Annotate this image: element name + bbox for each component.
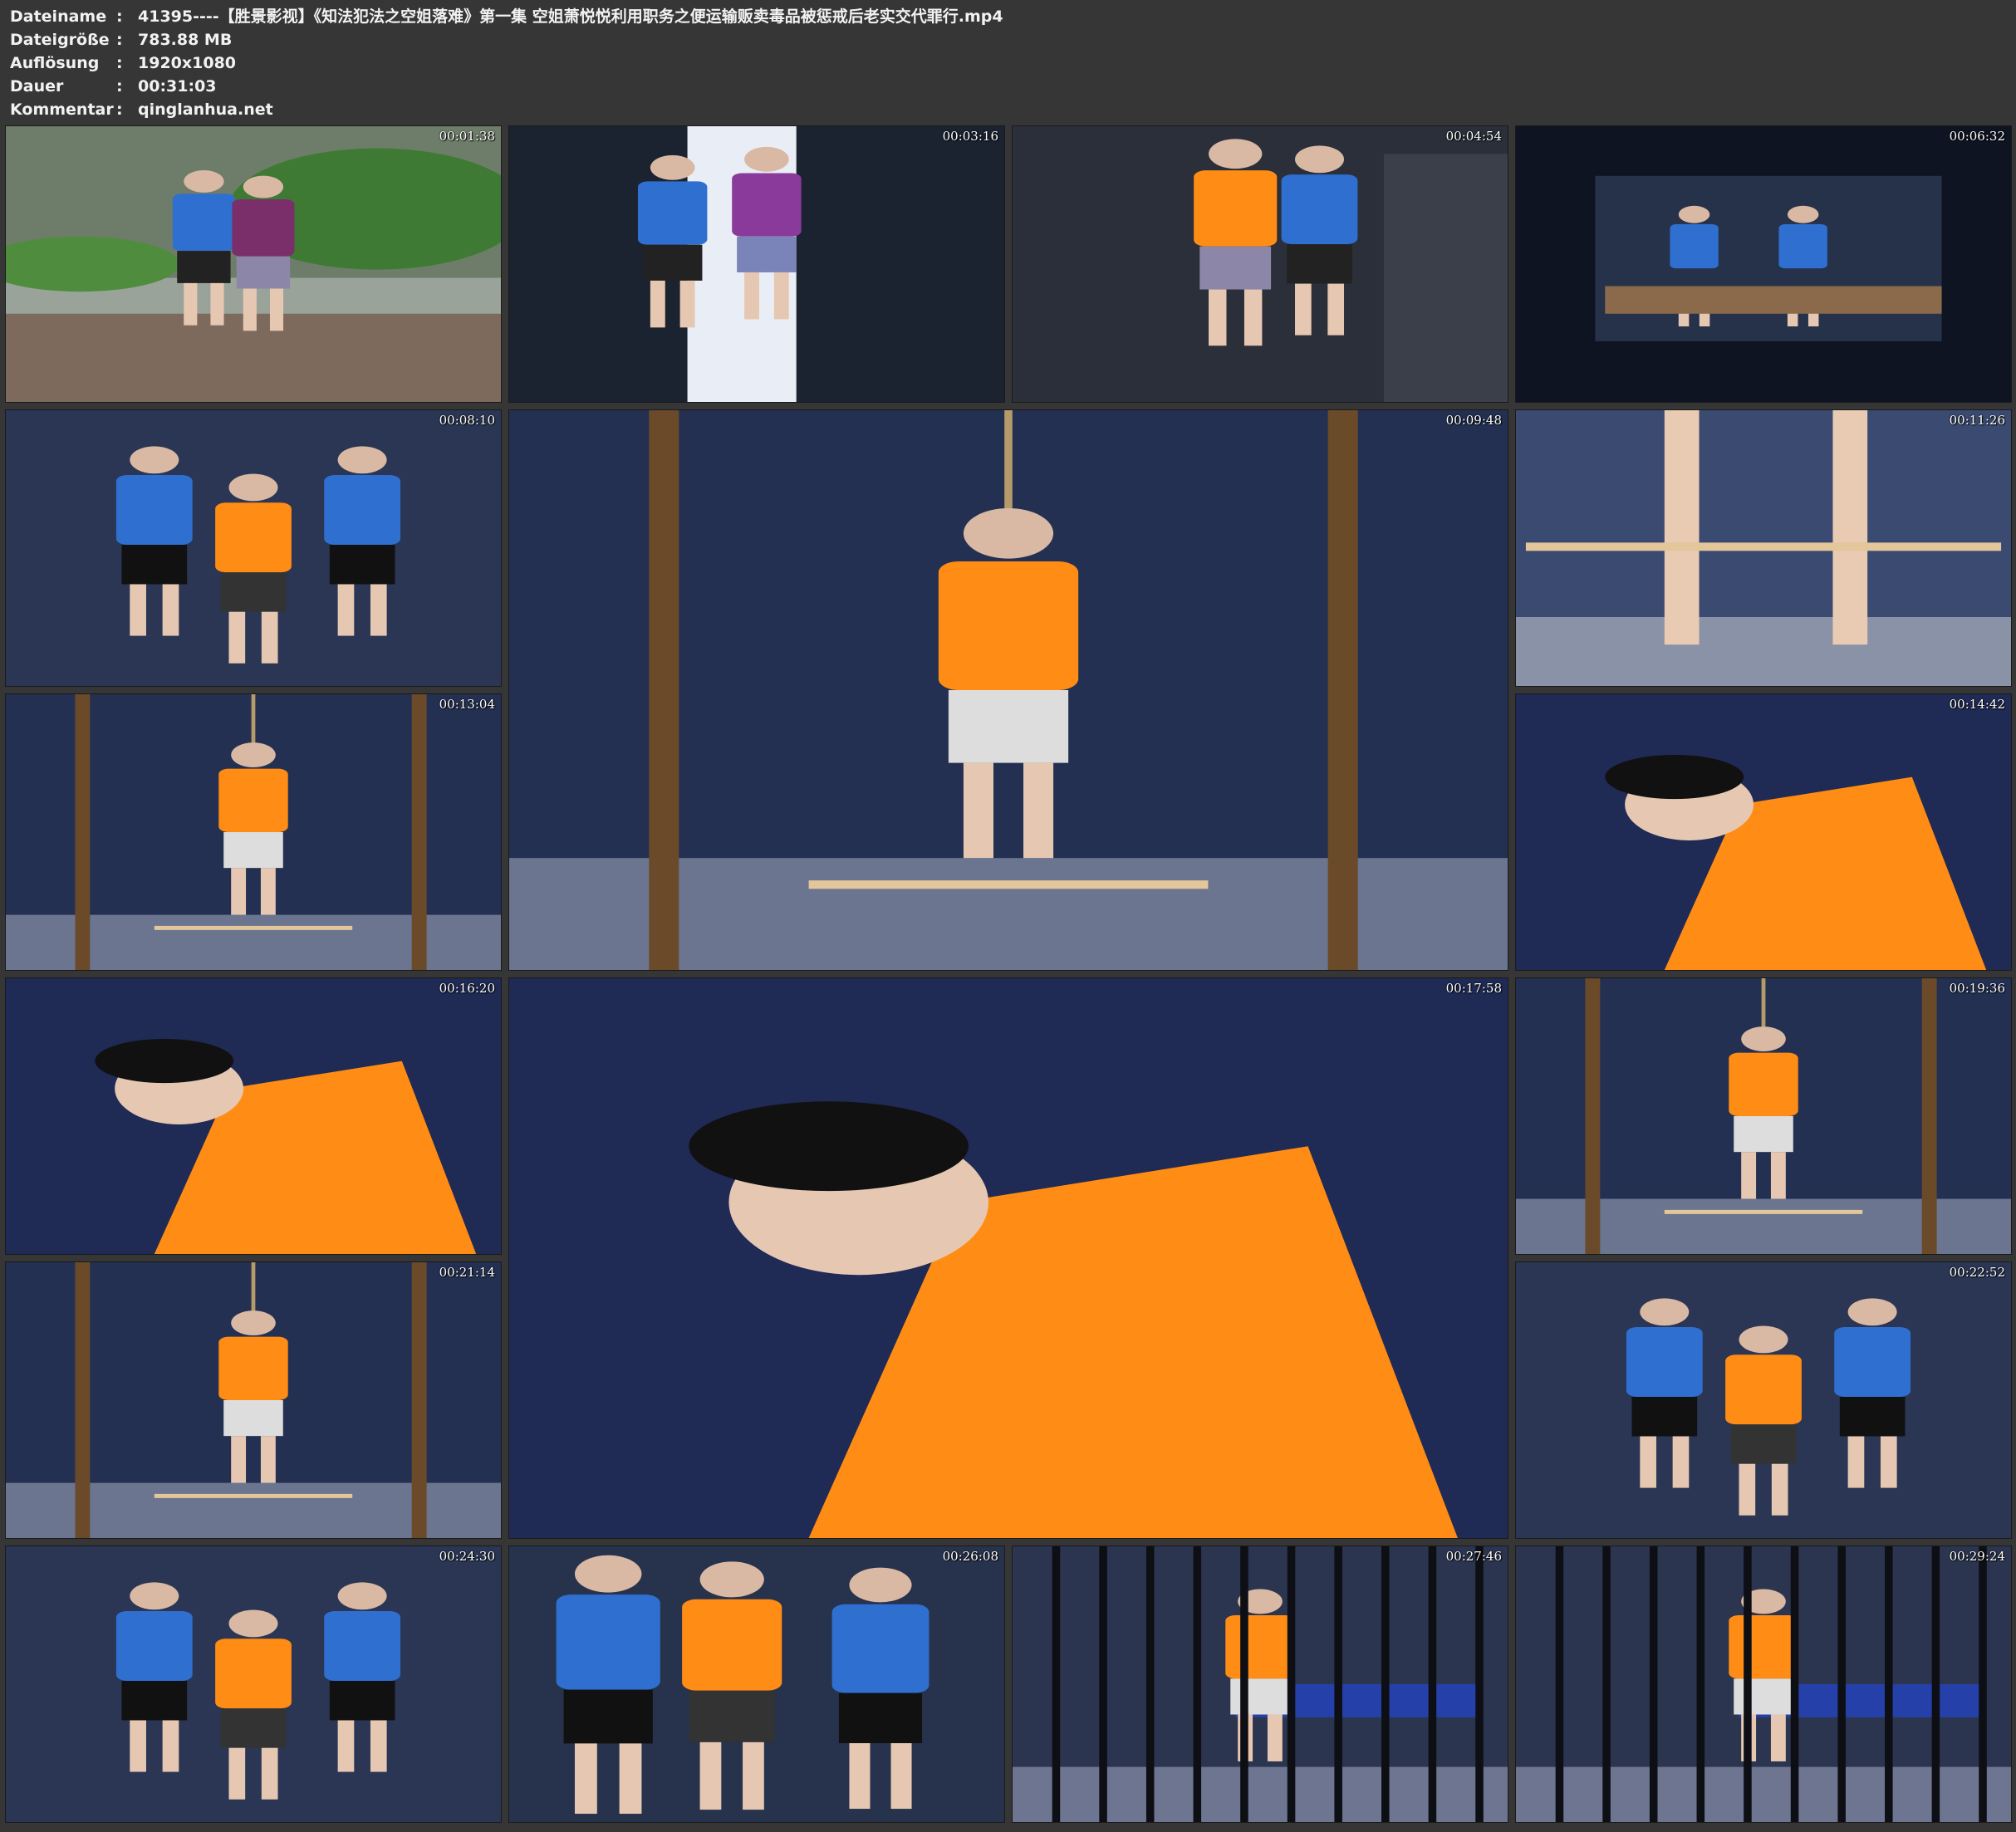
video-thumbnail[interactable]: 00:27:46 <box>1012 1545 1508 1823</box>
timestamp-label: 00:03:16 <box>942 129 998 144</box>
timestamp-label: 00:22:52 <box>1949 1265 2005 1280</box>
timestamp-label: 00:13:04 <box>439 697 495 712</box>
timestamp-label: 00:11:26 <box>1949 413 2005 428</box>
resolution-key: Auflösung <box>10 54 100 72</box>
scene-image <box>1516 410 2011 686</box>
video-thumbnail[interactable]: 00:29:24 <box>1515 1545 2012 1823</box>
scene-image <box>1516 694 2011 970</box>
scene-image <box>6 1546 501 1822</box>
video-thumbnail[interactable]: 00:14:42 <box>1515 693 2012 971</box>
duration-row: Dauer : 00:31:03 <box>10 75 2004 98</box>
video-thumbnail[interactable]: 00:16:20 <box>5 977 502 1255</box>
scene-image <box>1516 1546 2011 1822</box>
separator: : <box>116 7 123 26</box>
video-thumbnail[interactable]: 00:21:14 <box>5 1261 502 1539</box>
filesize-value: 783.88 MB <box>138 31 233 49</box>
timestamp-label: 00:16:20 <box>439 981 495 996</box>
timestamp-label: 00:09:48 <box>1445 413 1502 428</box>
scene-image <box>1013 126 1508 402</box>
video-thumbnail-large[interactable]: 00:17:58 <box>508 977 1508 1539</box>
scene-image <box>6 126 501 402</box>
comment-row: Kommentar : qinglanhua.net <box>10 98 2004 121</box>
scene-image <box>509 126 1004 402</box>
timestamp-label: 00:17:58 <box>1445 981 1502 996</box>
separator: : <box>116 77 123 96</box>
scene-image <box>509 410 1508 970</box>
scene-image <box>6 410 501 686</box>
filesize-row: Dateigröße : 783.88 MB <box>10 28 2004 51</box>
video-thumbnail[interactable]: 00:19:36 <box>1515 977 2012 1255</box>
timestamp-label: 00:08:10 <box>439 413 495 428</box>
video-thumbnail[interactable]: 00:01:38 <box>5 125 502 403</box>
comment-value: qinglanhua.net <box>138 100 273 119</box>
video-thumbnail-large[interactable]: 00:09:48 <box>508 409 1508 971</box>
comment-key: Kommentar <box>10 100 114 119</box>
filename-value: 41395----【胜景影视】《知法犯法之空姐落难》第一集 空姐萧悦悦利用职务之… <box>138 7 1003 26</box>
video-thumbnail[interactable]: 00:06:32 <box>1515 125 2012 403</box>
timestamp-label: 00:29:24 <box>1949 1549 2005 1564</box>
duration-value: 00:31:03 <box>138 77 217 96</box>
video-thumbnail[interactable]: 00:13:04 <box>5 693 502 971</box>
timestamp-label: 00:06:32 <box>1949 129 2005 144</box>
file-info-header: Dateiname : 41395----【胜景影视】《知法犯法之空姐落难》第一… <box>10 5 2004 121</box>
video-thumbnail[interactable]: 00:24:30 <box>5 1545 502 1823</box>
filename-row: Dateiname : 41395----【胜景影视】《知法犯法之空姐落难》第一… <box>10 5 2004 28</box>
video-thumbnail[interactable]: 00:26:08 <box>508 1545 1005 1823</box>
filename-key: Dateiname <box>10 7 107 26</box>
timestamp-label: 00:21:14 <box>439 1265 495 1280</box>
video-thumbnail[interactable]: 00:03:16 <box>508 125 1005 403</box>
scene-image <box>6 694 501 970</box>
resolution-value: 1920x1080 <box>138 54 237 72</box>
timestamp-label: 00:26:08 <box>942 1549 998 1564</box>
video-thumbnail[interactable]: 00:04:54 <box>1012 125 1508 403</box>
scene-image <box>1516 978 2011 1254</box>
timestamp-label: 00:24:30 <box>439 1549 495 1564</box>
video-thumbnail[interactable]: 00:11:26 <box>1515 409 2012 687</box>
thumbnail-grid: 00:01:38 00:03:16 00:04:54 00:06:32 00:0… <box>5 125 2012 1828</box>
timestamp-label: 00:01:38 <box>439 129 495 144</box>
timestamp-label: 00:04:54 <box>1445 129 1502 144</box>
video-thumbnail[interactable]: 00:22:52 <box>1515 1261 2012 1539</box>
scene-image <box>509 1546 1004 1822</box>
scene-image <box>6 1262 501 1538</box>
resolution-row: Auflösung : 1920x1080 <box>10 51 2004 75</box>
scene-image <box>1013 1546 1508 1822</box>
scene-image <box>1516 126 2011 402</box>
scene-image <box>6 978 501 1254</box>
duration-key: Dauer <box>10 77 64 96</box>
separator: : <box>116 31 123 49</box>
separator: : <box>116 100 123 119</box>
timestamp-label: 00:19:36 <box>1949 981 2005 996</box>
timestamp-label: 00:14:42 <box>1949 697 2005 712</box>
timestamp-label: 00:27:46 <box>1445 1549 1502 1564</box>
scene-image <box>509 978 1508 1538</box>
scene-image <box>1516 1262 2011 1538</box>
filesize-key: Dateigröße <box>10 31 110 49</box>
video-thumbnail[interactable]: 00:08:10 <box>5 409 502 687</box>
separator: : <box>116 54 123 72</box>
